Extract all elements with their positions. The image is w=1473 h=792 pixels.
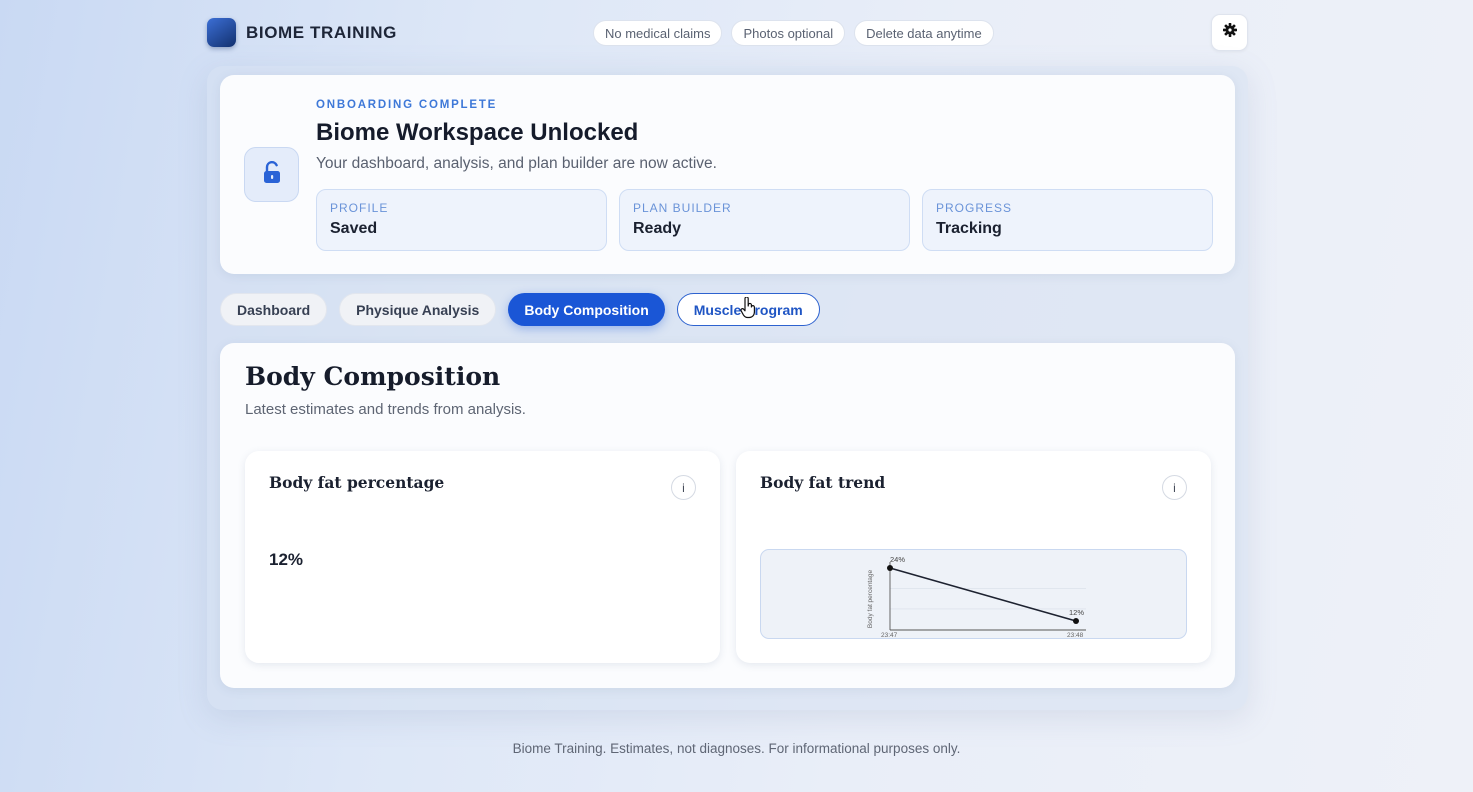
section-title: Body Composition [245,362,501,391]
status-label: PROFILE [330,201,389,215]
status-label: PROGRESS [936,201,1013,215]
trend-chart-container: Body fat percentage 24% 12% 23:47 23:48 [760,549,1187,639]
y-axis-label: Body fat percentage [867,570,874,629]
pill-no-medical-claims: No medical claims [593,20,723,46]
status-label: PLAN BUILDER [633,201,732,215]
data-point [1073,618,1079,624]
x-tick-label: 23:48 [1067,632,1084,639]
info-button[interactable]: i [1162,475,1187,500]
body-composition-panel: Body Composition Latest estimates and tr… [220,343,1235,688]
series-line [889,567,1077,622]
status-cards: PROFILE Saved PLAN BUILDER Ready PROGRES… [316,189,1213,251]
tab-dashboard[interactable]: Dashboard [220,293,328,326]
x-tick-label: 23:47 [881,632,898,639]
status-card-plan-builder: PLAN BUILDER Ready [619,189,910,251]
brand-name: BIOME TRAINING [246,22,398,42]
status-value: Ready [633,220,682,237]
card-title: Body fat trend [760,473,886,492]
gear-icon [1222,22,1238,43]
onboarding-eyebrow: ONBOARDING COMPLETE [316,99,498,111]
brand-logo [207,18,236,47]
tab-physique-analysis[interactable]: Physique Analysis [339,293,497,326]
data-label: 24% [890,555,905,564]
status-card-profile: PROFILE Saved [316,189,607,251]
section-tabs: Dashboard Physique Analysis Body Composi… [220,293,820,326]
unlock-badge [244,147,299,202]
section-subtitle: Latest estimates and trends from analysi… [245,401,526,418]
pill-delete-data: Delete data anytime [854,20,994,46]
info-button[interactable]: i [671,475,696,500]
status-value: Tracking [936,220,1002,237]
body-fat-trend-card: Body fat trend i Body fat percentage 24% 1… [736,451,1211,663]
data-point [887,565,893,571]
hand-pointer-icon [740,296,756,324]
brand[interactable]: BIOME TRAINING [207,18,397,47]
data-label: 12% [1069,608,1084,617]
card-title: Body fat percentage [269,473,445,492]
footer-disclaimer: Biome Training. Estimates, not diagnoses… [512,741,961,756]
settings-button[interactable] [1211,14,1248,51]
status-card-progress: PROGRESS Tracking [922,189,1213,251]
body-fat-card: Body fat percentage i 12% [245,451,720,663]
pill-photos-optional: Photos optional [731,20,846,46]
trust-pills: No medical claims Photos optional Delete… [593,20,994,46]
onboarding-title: Biome Workspace Unlocked [316,119,639,146]
tab-body-composition[interactable]: Body Composition [508,293,665,326]
onboarding-card: ONBOARDING COMPLETE Biome Workspace Unlo… [220,75,1235,274]
onboarding-subtitle: Your dashboard, analysis, and plan build… [316,155,717,172]
status-value: Saved [330,220,378,237]
body-fat-trend-chart: Body fat percentage 24% 12% 23:47 23:48 [867,555,1086,639]
body-fat-value: 12% [269,550,304,569]
unlock-icon [261,160,283,189]
